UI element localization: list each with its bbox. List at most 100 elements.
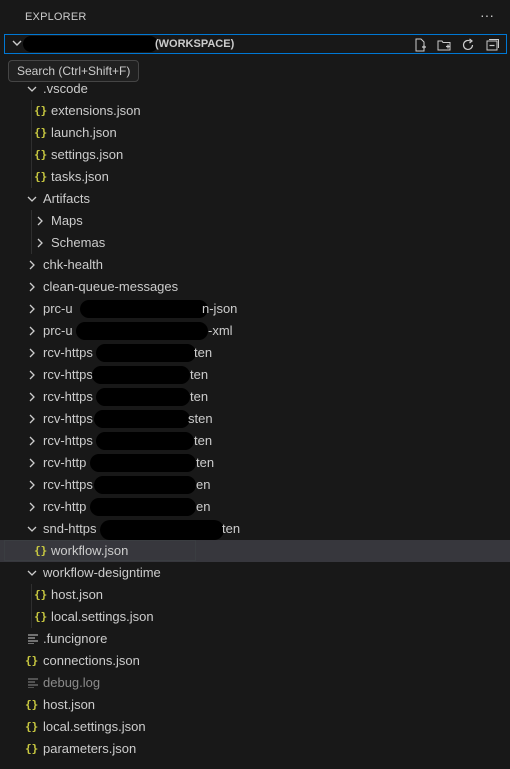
- redaction: [96, 388, 190, 406]
- tree-label-end: n-json: [202, 301, 238, 316]
- tree-label-start: rcv-http: [43, 499, 87, 514]
- tree-folder-rcv-4[interactable]: rcv-https sten: [0, 408, 510, 430]
- redacted-workspace-name: [23, 36, 158, 52]
- tree-label: tasks.json: [51, 169, 109, 184]
- collapse-all-icon[interactable]: [484, 37, 500, 53]
- tree-folder-rcv-1[interactable]: rcv-https ten: [0, 342, 510, 364]
- explorer-panel: EXPLORER ··· (WORKSPACE) .vscode {} exte…: [0, 0, 510, 769]
- redaction: [100, 520, 224, 540]
- refresh-icon[interactable]: [460, 37, 476, 53]
- tree-file-tasks-json[interactable]: {} tasks.json: [0, 166, 510, 188]
- tree-folder-maps[interactable]: Maps: [0, 210, 510, 232]
- tree-folder-rcv-6[interactable]: rcv-http ten: [0, 452, 510, 474]
- tree-label: host.json: [43, 697, 96, 712]
- tree-label: Schemas: [51, 235, 106, 250]
- tree-folder-rcv-2[interactable]: rcv-https ten: [0, 364, 510, 386]
- tree-file-designtime-host-json[interactable]: {} host.json: [0, 584, 510, 606]
- tree-folder-schemas[interactable]: Schemas: [0, 232, 510, 254]
- tree-label: host.json: [51, 587, 104, 602]
- json-icon: {}: [34, 544, 48, 557]
- chevron-right-icon: [29, 502, 35, 512]
- tree-label-start: rcv-https: [43, 345, 93, 360]
- redaction: [94, 410, 190, 428]
- new-file-icon[interactable]: [412, 37, 428, 53]
- tree-label-start: rcv-https: [43, 433, 93, 448]
- tree-folder-clean-queue-messages[interactable]: clean-queue-messages: [0, 276, 510, 298]
- tree-label-start: prc-u: [43, 323, 73, 338]
- chevron-right-icon: [37, 216, 43, 226]
- tree-folder-rcv-5[interactable]: rcv-https ten: [0, 430, 510, 452]
- tree-label-start: rcv-https: [43, 367, 93, 382]
- tree-label: workflow.json: [51, 543, 129, 558]
- section-actions: [412, 37, 500, 53]
- json-icon: {}: [25, 698, 39, 711]
- tree-file-workflow-json[interactable]: {} workflow.json: [0, 540, 510, 562]
- chevron-down-icon: [27, 86, 37, 92]
- chevron-right-icon: [29, 348, 35, 358]
- chevron-right-icon: [29, 326, 35, 336]
- explorer-header: EXPLORER ···: [0, 0, 510, 34]
- tree-file-extensions-json[interactable]: {} extensions.json: [0, 100, 510, 122]
- chevron-right-icon: [29, 282, 35, 292]
- tree-label-end: -xml: [208, 323, 233, 338]
- ellipsis-icon[interactable]: ···: [480, 8, 494, 22]
- chevron-right-icon: [29, 260, 35, 270]
- tree-label-start: prc-u: [43, 301, 73, 316]
- lines-icon: [28, 634, 38, 644]
- new-folder-icon[interactable]: [436, 37, 452, 53]
- tree-label: debug.log: [43, 675, 101, 690]
- tree-file-host-json[interactable]: {} host.json: [0, 694, 510, 716]
- lines-icon: [28, 678, 38, 688]
- tree-label-start: rcv-https: [43, 477, 93, 492]
- chevron-down-icon[interactable]: [11, 37, 23, 49]
- tree-folder-snd[interactable]: snd-https ten: [0, 518, 510, 540]
- tree-label-start: rcv-https: [43, 411, 93, 426]
- tree-label-end: sten: [188, 411, 213, 426]
- tree-folder-artifacts[interactable]: Artifacts: [0, 188, 510, 210]
- tree-folder-rcv-3[interactable]: rcv-https ten: [0, 386, 510, 408]
- chevron-right-icon: [29, 392, 35, 402]
- tree-label: parameters.json: [43, 741, 137, 756]
- tree-label: .funcignore: [43, 631, 108, 646]
- tree-file-launch-json[interactable]: {} launch.json: [0, 122, 510, 144]
- json-icon: {}: [34, 148, 48, 161]
- tree-label: clean-queue-messages: [43, 279, 179, 294]
- tree-label-end: ten: [194, 433, 213, 448]
- tree-label-start: rcv-http: [43, 455, 87, 470]
- tree-folder-rcv-7[interactable]: rcv-https en: [0, 474, 510, 496]
- tree-folder-rcv-8[interactable]: rcv-http en: [0, 496, 510, 518]
- tree-file-connections-json[interactable]: {} connections.json: [0, 650, 510, 672]
- tree-label: extensions.json: [51, 103, 141, 118]
- json-icon: {}: [34, 170, 48, 183]
- tree-label: settings.json: [51, 147, 124, 162]
- tree-file-funcignore[interactable]: .funcignore: [0, 628, 510, 650]
- tree-file-parameters-json[interactable]: {} parameters.json: [0, 738, 510, 760]
- redaction: [80, 300, 208, 318]
- json-icon: {}: [34, 610, 48, 623]
- redaction: [94, 476, 196, 494]
- tree-file-local-settings-json[interactable]: {} local.settings.json: [0, 716, 510, 738]
- chevron-down-icon: [27, 196, 37, 202]
- tree-folder-prc-json[interactable]: prc-u n-json: [0, 298, 510, 320]
- json-icon: {}: [34, 126, 48, 139]
- redaction: [90, 454, 196, 472]
- tree-label: local.settings.json: [51, 609, 154, 624]
- tree-label-end: ten: [190, 367, 209, 382]
- tree-label: chk-health: [43, 257, 103, 272]
- tree-label-start: rcv-https: [43, 389, 93, 404]
- tree-label-end: ten: [196, 455, 215, 470]
- workspace-section-header[interactable]: (WORKSPACE): [4, 34, 507, 54]
- tree-folder-chk-health[interactable]: chk-health: [0, 254, 510, 276]
- redaction: [96, 432, 194, 450]
- tree-file-designtime-local-settings-json[interactable]: {} local.settings.json: [0, 606, 510, 628]
- tree-file-debug-log[interactable]: debug.log: [0, 672, 510, 694]
- tree-file-settings-json[interactable]: {} settings.json: [0, 144, 510, 166]
- tree-label-end: en: [196, 477, 211, 492]
- workspace-title: (WORKSPACE): [155, 38, 235, 50]
- json-icon: {}: [25, 720, 39, 733]
- chevron-right-icon: [29, 458, 35, 468]
- tree-folder-prc-xml[interactable]: prc-u -xml: [0, 320, 510, 342]
- tree-folder-workflow-designtime[interactable]: workflow-designtime: [0, 562, 510, 584]
- tree-label-end: ten: [222, 521, 241, 536]
- json-icon: {}: [25, 742, 39, 755]
